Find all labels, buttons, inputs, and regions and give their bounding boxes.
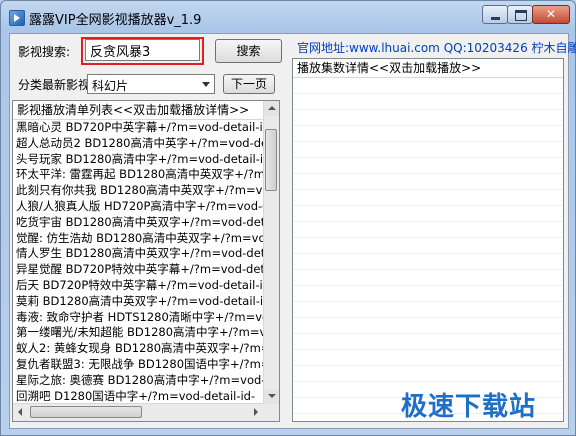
close-button[interactable]: ✕ — [532, 5, 570, 24]
chevron-down-icon[interactable] — [202, 82, 210, 87]
detail-row[interactable] — [293, 142, 563, 158]
scroll-right-icon[interactable] — [248, 404, 264, 420]
playlist-item[interactable]: 毒液: 致命守护者 HDTS1280清晰中字+/?m=vod — [13, 310, 279, 326]
playlist-items: 黑暗心灵 BD720P中英字幕+/?m=vod-detail-id 超人总动员2 … — [13, 120, 279, 404]
detail-rows — [293, 78, 563, 421]
detail-row[interactable] — [293, 94, 563, 110]
detail-row[interactable] — [293, 270, 563, 286]
playlist-item[interactable]: 黑暗心灵 BD720P中英字幕+/?m=vod-detail-id — [13, 120, 279, 136]
playlist-item[interactable]: 回溯吧 D1280国语中字+/?m=vod-detail-id- — [13, 389, 279, 405]
minimize-button[interactable] — [482, 5, 508, 24]
detail-row[interactable] — [293, 366, 563, 382]
scroll-left-icon[interactable] — [13, 404, 29, 420]
detail-header: 播放集数详情<<双击加载播放>> — [293, 59, 563, 78]
app-window: 露露VIP全网影视播放器v_1.9 ✕ 影视搜索: 搜索 分类最新影视: 科幻片… — [0, 0, 576, 436]
playlist-item[interactable]: 人狼/人狼真人版 HD720P高清中字+/?m=vod-det — [13, 199, 279, 215]
playlist-item[interactable]: 星际之旅: 奥德赛 BD1280高清中字+/?m=vod-detail — [13, 373, 279, 389]
detail-row[interactable] — [293, 126, 563, 142]
vertical-scroll-thumb[interactable] — [265, 129, 277, 191]
detail-row[interactable] — [293, 190, 563, 206]
scroll-up-icon[interactable] — [264, 101, 279, 116]
playlist-item[interactable]: 第一缕曙光/未知超能 BD1280高清中字+/?m=vod — [13, 325, 279, 341]
detail-row[interactable] — [293, 174, 563, 190]
category-selected-value: 科幻片 — [92, 79, 129, 93]
detail-row[interactable] — [293, 78, 563, 94]
scroll-corner — [264, 404, 279, 421]
playlist-item[interactable]: 此刻只有你共我 BD1280高清中英双字+/?m=vod — [13, 183, 279, 199]
detail-row[interactable] — [293, 110, 563, 126]
horizontal-scrollbar[interactable] — [13, 403, 264, 421]
scroll-down-icon[interactable] — [264, 389, 279, 404]
category-select[interactable]: 科幻片 — [87, 74, 215, 94]
title-bar[interactable]: 露露VIP全网影视播放器v_1.9 ✕ — [1, 1, 575, 33]
detail-row[interactable] — [293, 254, 563, 270]
watermark-logo: 极速下载站 — [401, 392, 537, 422]
next-page-button[interactable]: 下一页 — [223, 74, 275, 94]
detail-row[interactable] — [293, 238, 563, 254]
detail-row[interactable] — [293, 318, 563, 334]
detail-row[interactable] — [293, 302, 563, 318]
detail-row[interactable] — [293, 206, 563, 222]
playlist-item[interactable]: 异星觉醒 BD720P特效中英字幕+/?m=vod-detail- — [13, 262, 279, 278]
close-icon: ✕ — [545, 7, 557, 21]
playlist-item[interactable]: 觉醒: 仿生浩劫 BD1280高清中英双字+/?m=vod-de — [13, 231, 279, 247]
detail-row[interactable] — [293, 158, 563, 174]
playlist-item[interactable]: 吃货宇宙 BD1280高清中英双字+/?m=vod-detail — [13, 215, 279, 231]
detail-panel[interactable]: 播放集数详情<<双击加载播放>> — [292, 58, 564, 422]
detail-row[interactable] — [293, 222, 563, 238]
search-label: 影视搜索: — [18, 45, 71, 59]
playlist-item[interactable]: 蚁人2: 黄蜂女现身 BD1280高清中英双字+/?m=v — [13, 341, 279, 357]
search-button[interactable]: 搜索 — [215, 39, 282, 63]
maximize-button[interactable] — [507, 5, 533, 24]
detail-row[interactable] — [293, 334, 563, 350]
main-panel: 影视搜索: 搜索 分类最新影视: 科幻片 下一页 官网地址:www.lhuai.… — [9, 33, 576, 429]
playlist-item[interactable]: 复仇者联盟3: 无限战争 BD1280国语中字+/?m=vo — [13, 357, 279, 373]
horizontal-scroll-thumb[interactable] — [30, 406, 142, 418]
detail-row[interactable] — [293, 350, 563, 366]
playlist-item[interactable]: 头号玩家 BD1280高清中字+/?m=vod-detail-id — [13, 152, 279, 168]
playlist-item[interactable]: 情人罗生 BD1280高清中英双字+/?m=vod-detail- — [13, 246, 279, 262]
playlist-item[interactable]: 莫莉 BD1280高清中英双字+/?m=vod-detail-id- — [13, 294, 279, 310]
category-label: 分类最新影视: — [18, 78, 95, 92]
playlist-item[interactable]: 后天 BD720P特效中英字幕+/?m=vod-detail-id- — [13, 278, 279, 294]
search-input[interactable] — [85, 39, 200, 61]
playlist-header: 影视播放清单列表<<双击加载播放详情>> — [13, 101, 279, 120]
playlist-item[interactable]: 超人总动员2 BD1280高清中英字+/?m=vod-detail — [13, 136, 279, 152]
app-play-icon — [9, 10, 25, 26]
vertical-scrollbar[interactable] — [263, 101, 279, 404]
site-info: 官网地址:www.lhuai.com QQ:10203426 柠木自雕 — [297, 41, 576, 55]
detail-row[interactable] — [293, 286, 563, 302]
playlist-panel[interactable]: 影视播放清单列表<<双击加载播放详情>> 黑暗心灵 BD720P中英字幕+/?m… — [12, 100, 280, 422]
playlist-item[interactable]: 环太平洋: 雷霆再起 BD1280高清中英双字+/?m — [13, 167, 279, 183]
window-title: 露露VIP全网影视播放器v_1.9 — [29, 13, 202, 28]
